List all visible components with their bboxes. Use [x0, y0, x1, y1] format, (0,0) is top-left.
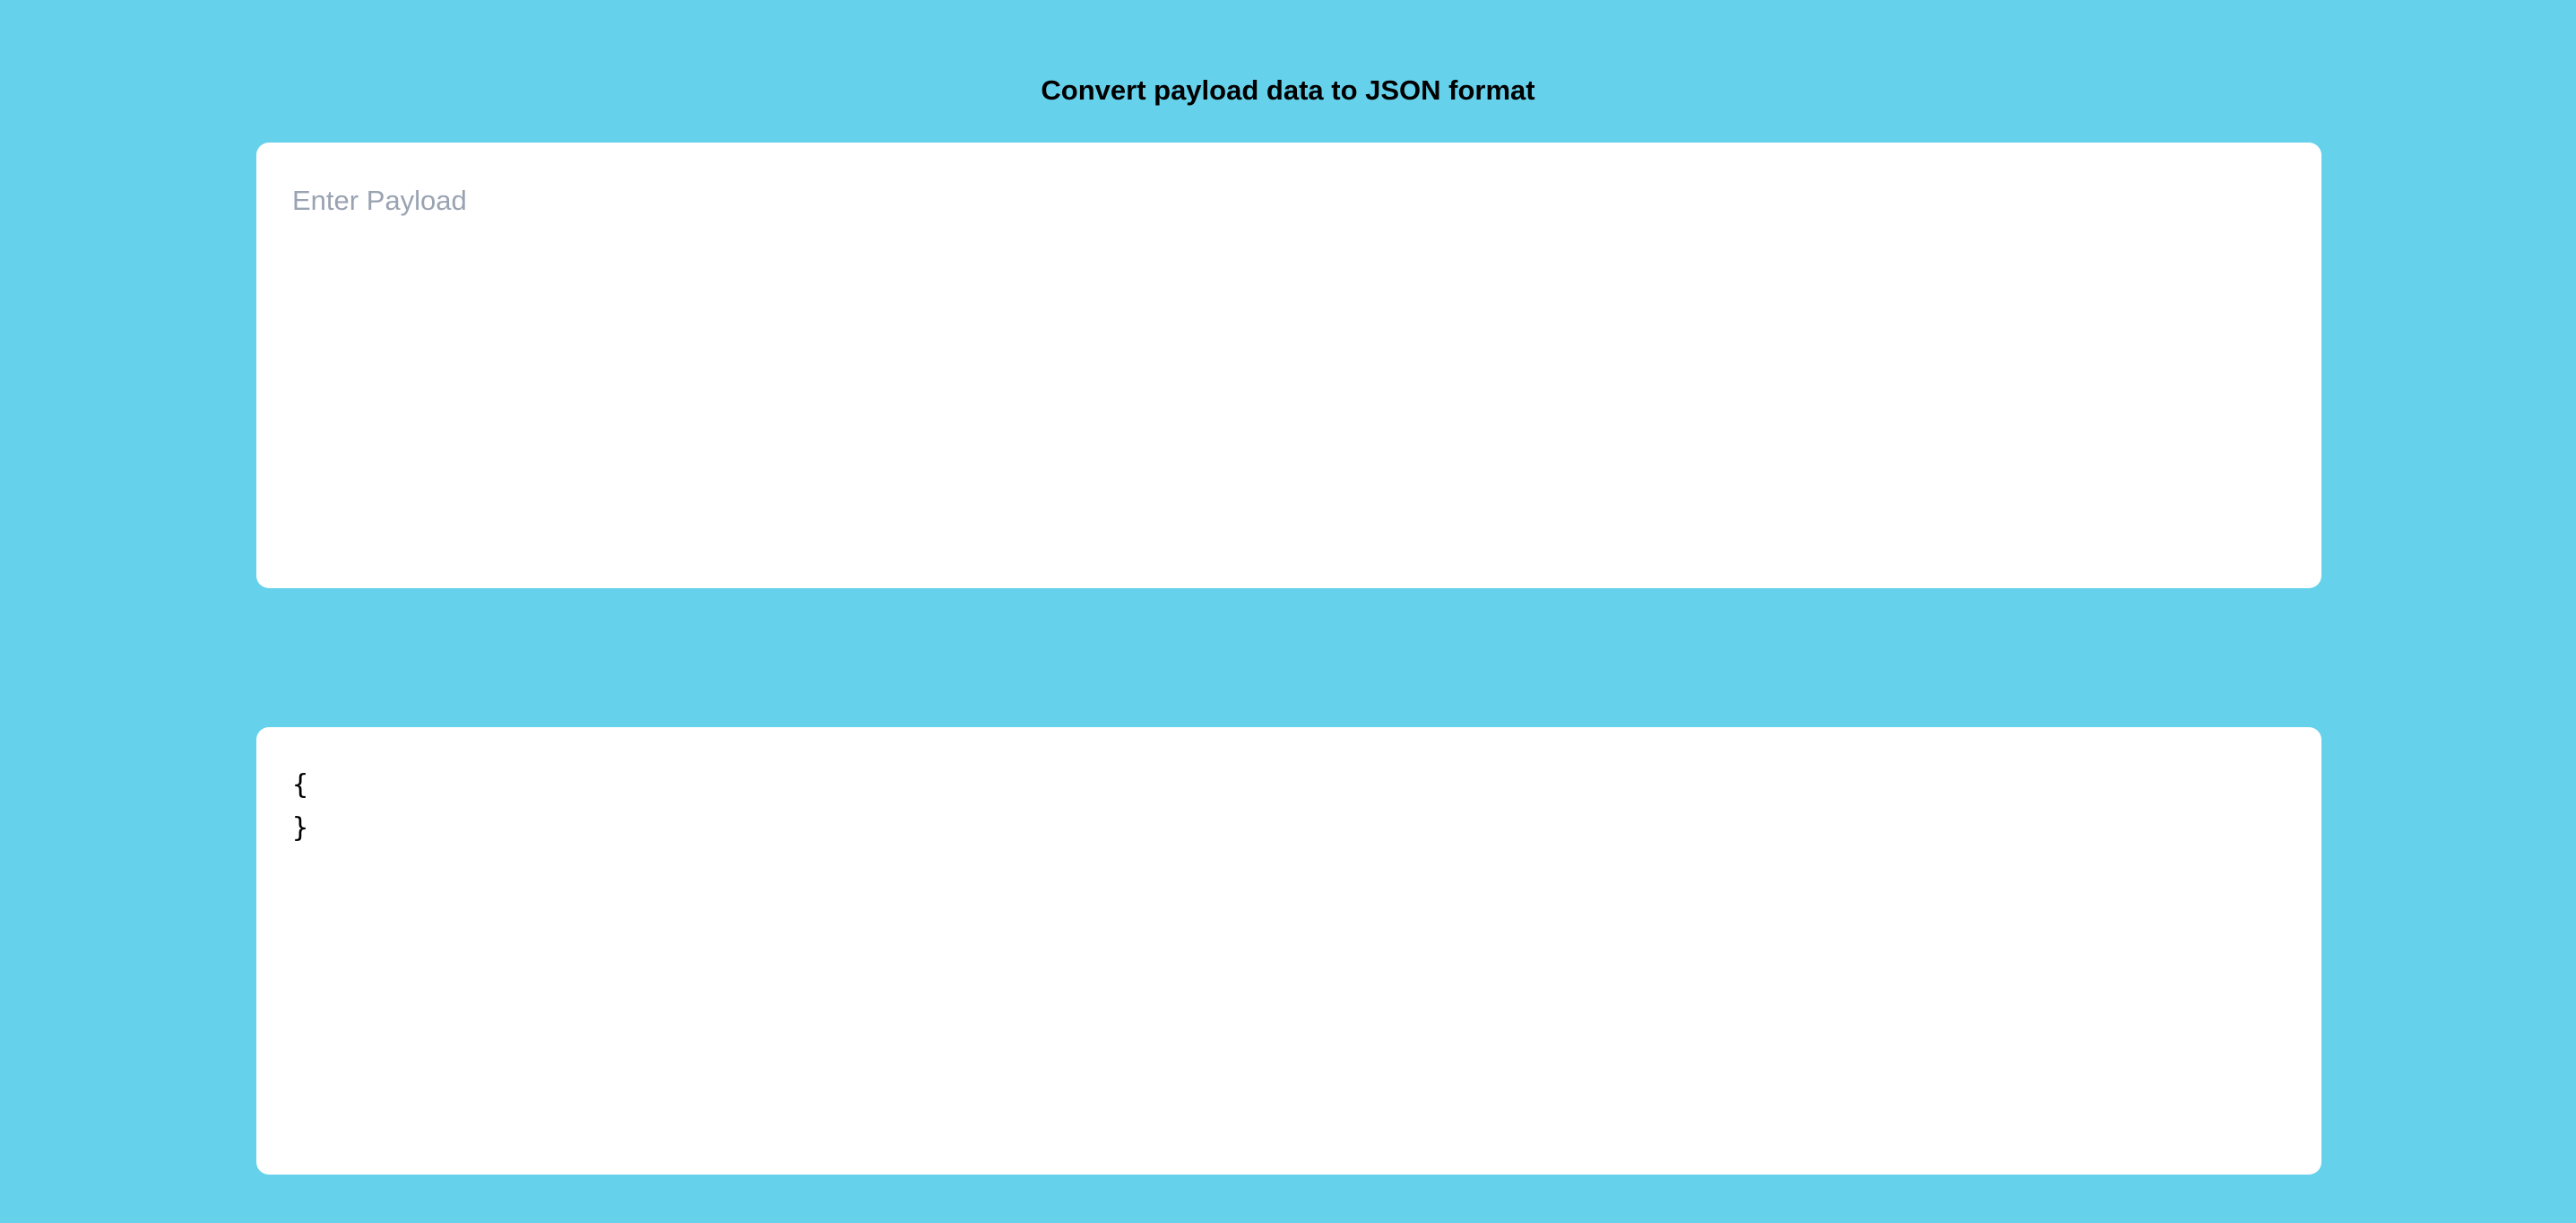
json-output-panel: { }: [256, 727, 2321, 1175]
payload-input[interactable]: [256, 143, 2321, 588]
payload-input-panel: [256, 143, 2321, 588]
page-title: Convert payload data to JSON format: [1041, 74, 1535, 106]
json-output: { }: [292, 769, 309, 844]
